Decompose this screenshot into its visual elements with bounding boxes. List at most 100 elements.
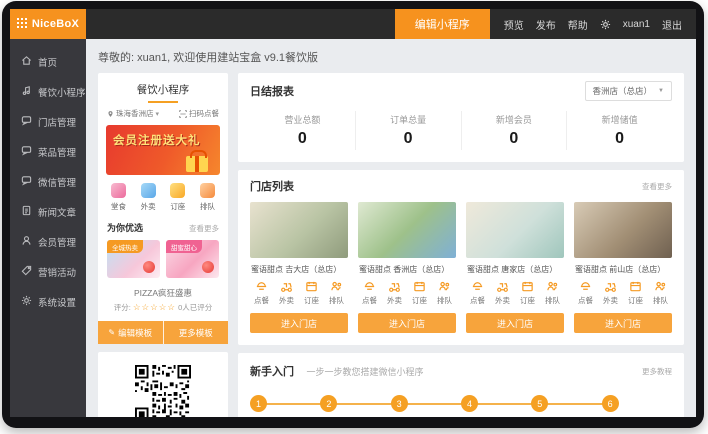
store-icon [21, 115, 32, 129]
grid-icon [17, 15, 27, 33]
store-action-takeout[interactable]: 外卖 [603, 280, 618, 306]
star-rating-icons: ☆☆☆☆☆ [133, 302, 176, 312]
help-menu-item[interactable]: 帮助 [568, 17, 588, 32]
reserve-icon [170, 183, 185, 198]
delivery-scooter-icon [604, 280, 617, 293]
username[interactable]: xuan1 [623, 19, 650, 30]
sidebar-item-marketing[interactable]: 营销活动 [10, 257, 86, 287]
quick-action-reserve[interactable]: 订座 [170, 183, 185, 212]
store-photo [250, 202, 348, 258]
quick-action-takeout[interactable]: 外卖 [141, 183, 156, 212]
top-bar: NiceBoX 编辑小程序 预览 发布 帮助 xuan1 退出 [10, 9, 696, 39]
enter-store-button[interactable]: 进入门店 [250, 313, 348, 333]
banner-title: 会员注册送大礼 [106, 125, 220, 148]
store-filter-dropdown[interactable]: 香洲店（总店） ▼ [585, 81, 672, 101]
store-action-queue[interactable]: 排队 [437, 280, 452, 306]
store-action-order[interactable]: 点餐 [254, 280, 269, 306]
store-action-queue[interactable]: 排队 [653, 280, 668, 306]
recommend-badge: 全城热卖 [107, 240, 143, 253]
queue-people-icon [654, 280, 667, 293]
order-food-icon [579, 280, 592, 293]
store-action-order[interactable]: 点餐 [470, 280, 485, 306]
publish-menu-item[interactable]: 发布 [536, 17, 556, 32]
recommend-badge: 甜蜜甜心 [166, 240, 202, 253]
reservation-icon [629, 280, 642, 293]
more-templates-button[interactable]: 更多模板 [163, 321, 229, 344]
member-icon [21, 235, 32, 249]
store-photo [574, 202, 672, 258]
quick-action-queue[interactable]: 排队 [200, 183, 215, 212]
store-action-takeout[interactable]: 外卖 [495, 280, 510, 306]
chevron-down-icon: ▼ [658, 88, 664, 94]
recommend-more-link[interactable]: 查看更多 [189, 223, 219, 234]
gear-icon[interactable] [600, 19, 611, 30]
reservation-icon [413, 280, 426, 293]
sidebar-item-wechat-management[interactable]: 微信管理 [10, 167, 86, 197]
edit-miniprogram-button[interactable]: 编辑小程序 [395, 9, 490, 39]
greeting-text: 尊敬的: xuan1, 欢迎使用建站宝盒 v9.1餐饮版 [98, 49, 684, 65]
sidebar-item-home[interactable]: 首页 [10, 47, 86, 77]
sidebar-item-member-management[interactable]: 会员管理 [10, 227, 86, 257]
edit-template-button[interactable]: ✎ 编辑模板 [98, 321, 163, 344]
store-action-queue[interactable]: 排队 [329, 280, 344, 306]
store-action-reserve[interactable]: 订座 [304, 280, 319, 306]
guide-more-link[interactable]: 更多教程 [642, 366, 672, 377]
sidebar: 首页 餐饮小程序 门店管理 菜品管理 微信管理 新闻文章 [10, 39, 86, 417]
getting-started-card: 新手入门 一步一步教您搭建微信小程序 更多教程 1 小程序账号申请 个人小程序账… [238, 353, 684, 417]
sidebar-item-store-management[interactable]: 门店管理 [10, 107, 86, 137]
template-name: PIZZA疯狂盛惠 [106, 287, 220, 299]
logo: NiceBoX [10, 9, 86, 39]
guide-subtitle: 一步一步教您搭建微信小程序 [306, 367, 423, 377]
sidebar-item-dish-management[interactable]: 菜品管理 [10, 137, 86, 167]
store-action-order[interactable]: 点餐 [578, 280, 593, 306]
report-title: 日结报表 [250, 83, 294, 99]
store-action-takeout[interactable]: 外卖 [279, 280, 294, 306]
topbar-spacer [86, 9, 395, 39]
store-action-reserve[interactable]: 订座 [412, 280, 427, 306]
store-action-reserve[interactable]: 订座 [628, 280, 643, 306]
enter-store-button[interactable]: 进入门店 [466, 313, 564, 333]
sidebar-item-restaurant-miniprogram[interactable]: 餐饮小程序 [10, 77, 86, 107]
pencil-icon: ✎ [108, 328, 115, 337]
promo-banner[interactable]: 会员注册送大礼 [106, 125, 220, 175]
step-number-badge: 6 [602, 395, 619, 412]
enter-store-button[interactable]: 进入门店 [358, 313, 456, 333]
mini-program-icon [21, 85, 32, 99]
recommend-card[interactable]: 甜蜜甜心 [166, 240, 219, 278]
queue-people-icon [330, 280, 343, 293]
store-photo [466, 202, 564, 258]
recommend-card[interactable]: 全城热卖 [107, 240, 160, 278]
reservation-icon [305, 280, 318, 293]
scan-order-button[interactable]: 扫码点餐 [179, 108, 219, 119]
order-food-icon [363, 280, 376, 293]
store-action-takeout[interactable]: 外卖 [387, 280, 402, 306]
guide-step-1: 1 小程序账号申请 个人小程序账号注册 企业小程序账号注册、认证 微信公众号注册… [250, 395, 320, 417]
enter-store-button[interactable]: 进入门店 [574, 313, 672, 333]
marketing-icon [21, 265, 32, 279]
location-pin-icon [107, 110, 114, 118]
qr-preview-card: 扫描二维码用手机预览 [98, 352, 228, 417]
phone-preview-panel: 餐饮小程序 珠海香洲店 ▾ 扫码点餐 [98, 73, 228, 407]
location-selector[interactable]: 珠海香洲店 ▾ [107, 108, 159, 119]
order-food-icon [471, 280, 484, 293]
store-list-more-link[interactable]: 查看更多 [642, 181, 672, 192]
step-number-badge: 4 [461, 395, 478, 412]
quick-action-dine-in[interactable]: 堂食 [111, 183, 126, 212]
stat-new-deposits: 新增储值 0 [566, 111, 672, 150]
dessert-image [143, 261, 155, 273]
store-action-reserve[interactable]: 订座 [520, 280, 535, 306]
logout-link[interactable]: 退出 [662, 17, 682, 32]
store-action-queue[interactable]: 排队 [545, 280, 560, 306]
sidebar-item-news-articles[interactable]: 新闻文章 [10, 197, 86, 227]
template-rating: 评分: ☆☆☆☆☆ 0人已评分 [106, 302, 220, 313]
store-action-order[interactable]: 点餐 [362, 280, 377, 306]
store-card: 蜜语甜点 香洲店（总店） 点餐 外卖 订座 排队 进入门店 [358, 202, 456, 333]
chevron-down-icon: ▾ [156, 110, 160, 118]
store-photo [358, 202, 456, 258]
gift-box-icon [186, 156, 208, 172]
sidebar-item-settings[interactable]: 系统设置 [10, 287, 86, 317]
preview-menu-item[interactable]: 预览 [504, 17, 524, 32]
stat-orders: 订单总量 0 [355, 111, 461, 150]
guide-step-2: 2 配置小程序 建站宝盒支付配置 微信开发工具配置 [320, 395, 390, 417]
store-card: 蜜语甜点 吉大店（总店） 点餐 外卖 订座 排队 进入门店 [250, 202, 348, 333]
